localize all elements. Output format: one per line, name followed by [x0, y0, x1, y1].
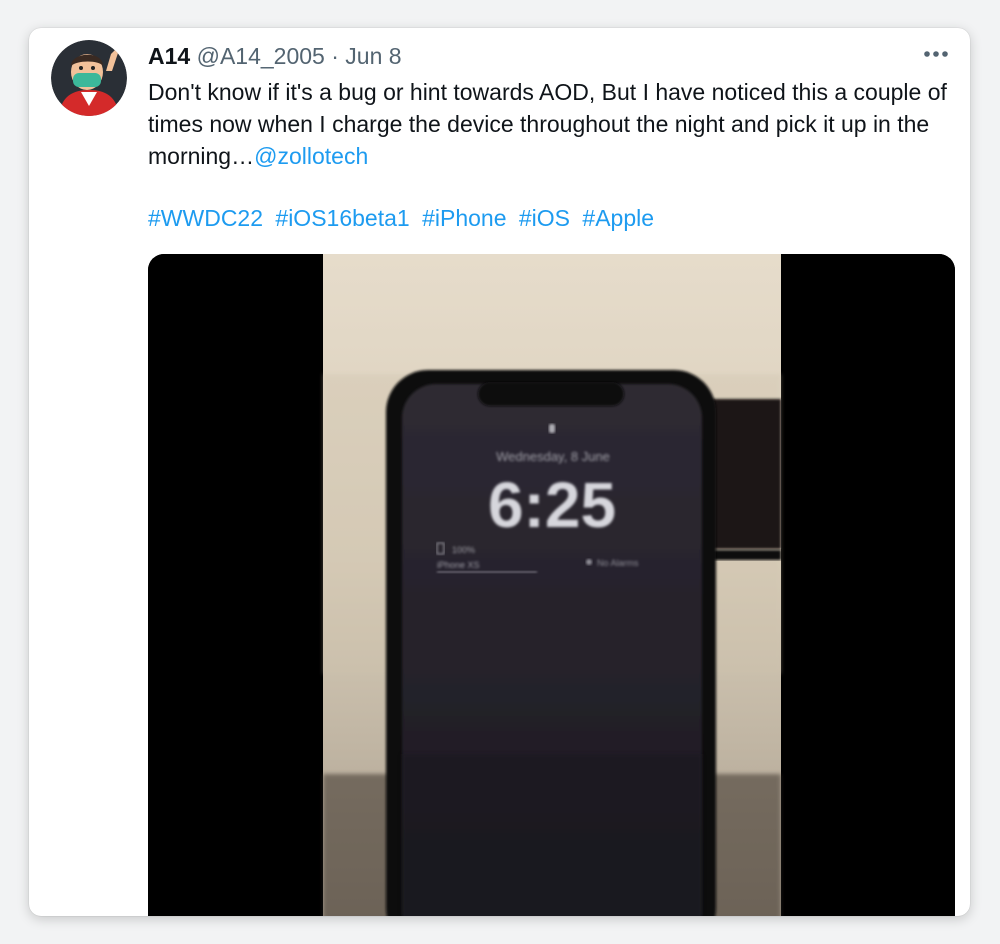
- alarm-text: No Alarms: [597, 558, 639, 568]
- battery-percent: 100%: [452, 545, 475, 555]
- battery-device: iPhone XS: [437, 560, 480, 570]
- hashtag-list: #WWDC22 #iOS16beta1 #iPhone #iOS #Apple: [148, 202, 660, 234]
- tweet-card[interactable]: A14 @A14_2005 · Jun 8 Don't know if it's…: [29, 28, 970, 916]
- more-options-button[interactable]: [920, 38, 952, 70]
- hashtag-link[interactable]: #iOS16beta1: [275, 205, 409, 231]
- more-horizontal-icon: [924, 51, 948, 57]
- header-separator: ·: [331, 43, 339, 69]
- mention-link[interactable]: @zollotech: [254, 143, 368, 169]
- lock-time: 6:25: [488, 469, 616, 541]
- author-handle[interactable]: @A14_2005: [197, 43, 325, 69]
- battery-level-bar: [437, 571, 537, 573]
- hashtag-link[interactable]: #Apple: [582, 205, 654, 231]
- video-media[interactable]: Wednesday, 8 June 6:25 100% iPhone XS No…: [148, 254, 955, 916]
- tweet-text: Don't know if it's a bug or hint towards…: [148, 76, 958, 172]
- hashtag-link[interactable]: #iPhone: [422, 205, 506, 231]
- tweet-header: A14 @A14_2005 · Jun 8: [148, 42, 402, 70]
- alarm-icon: [586, 559, 592, 565]
- author-avatar[interactable]: [51, 40, 127, 116]
- tweet-date[interactable]: Jun 8: [345, 43, 401, 69]
- video-frame: Wednesday, 8 June 6:25 100% iPhone XS No…: [148, 254, 955, 916]
- memoji-avatar-icon: [51, 40, 127, 116]
- lock-date: Wednesday, 8 June: [496, 449, 610, 464]
- author-name[interactable]: A14: [148, 43, 190, 69]
- hashtag-link[interactable]: #WWDC22: [148, 205, 263, 231]
- lock-icon: [549, 424, 555, 433]
- hashtag-link[interactable]: #iOS: [519, 205, 570, 231]
